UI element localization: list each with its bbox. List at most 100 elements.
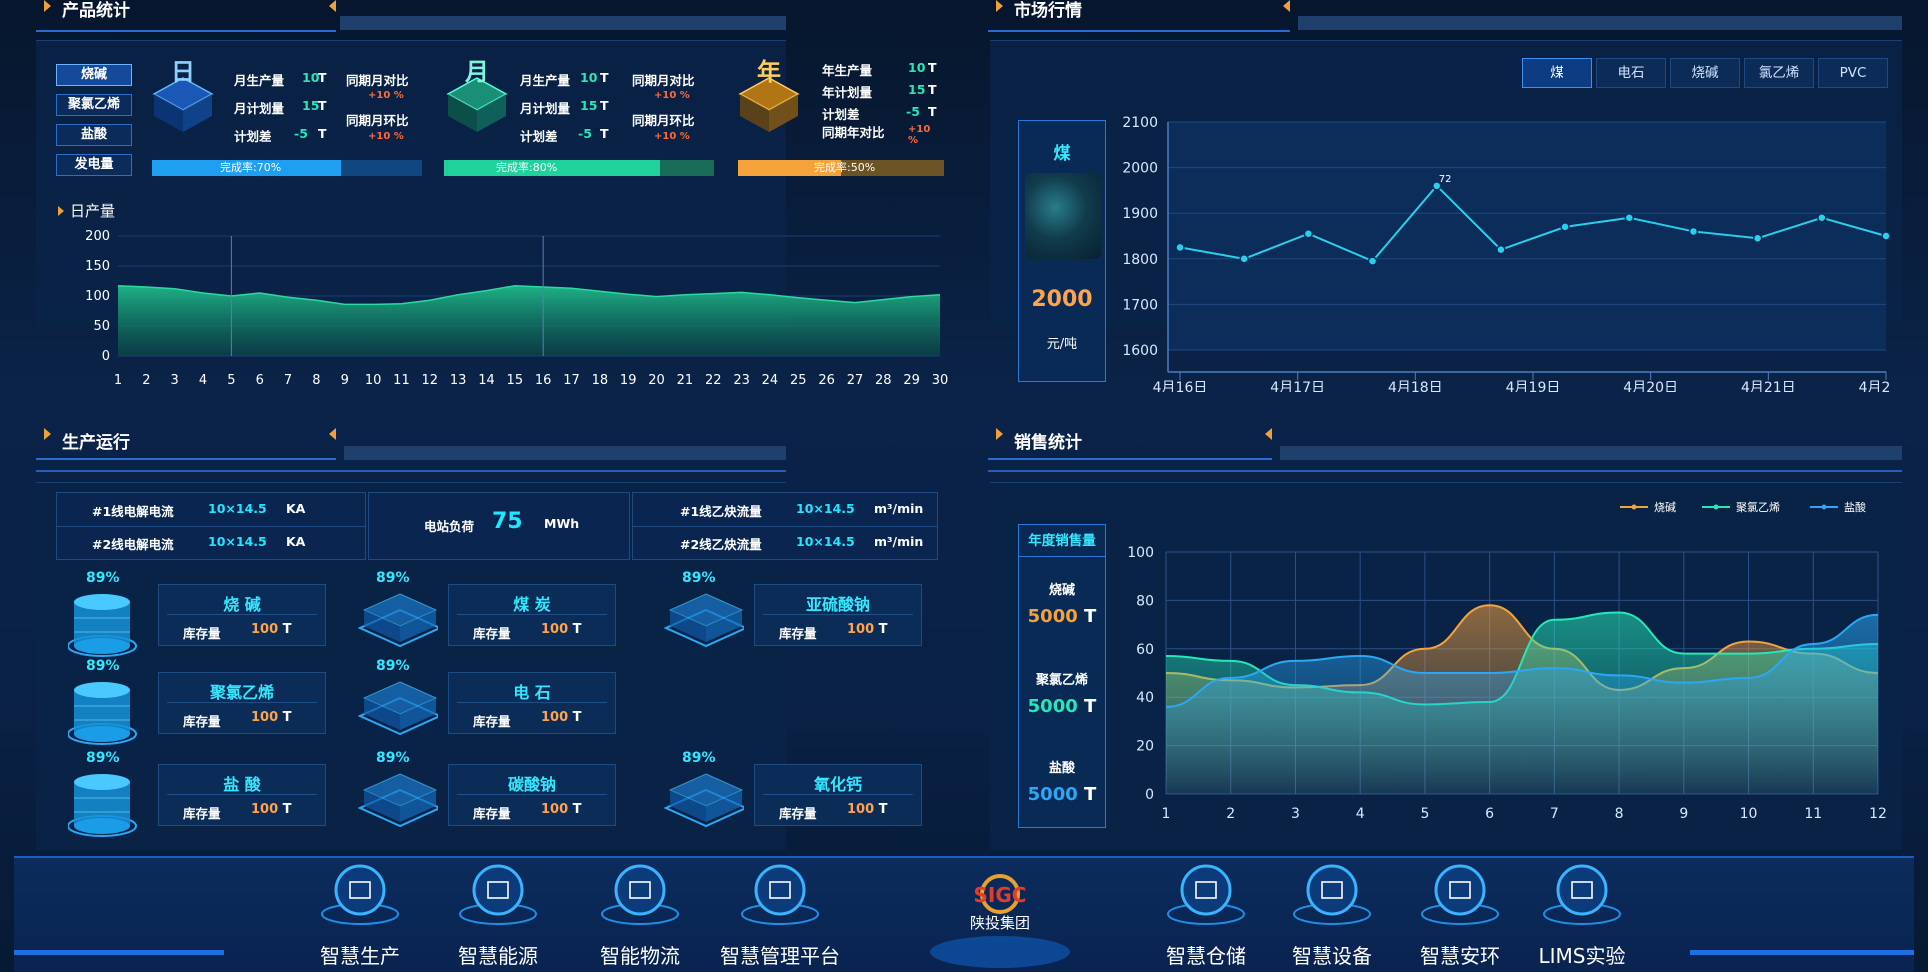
year-stat-4: 同期年对比 +10 % — [822, 124, 931, 146]
month-compare-2-value: +10 % — [654, 131, 690, 142]
nav-item-0[interactable]: 智慧生产 — [320, 862, 400, 970]
card-price: 2000 — [1031, 287, 1093, 312]
stock-card[interactable]: 氧化钙 库存量 100 T — [754, 764, 922, 826]
market-x-tick: 4月20日 — [1623, 380, 1678, 392]
nav-item-1[interactable]: 智慧能源 — [458, 862, 538, 970]
nav-label: 智慧能源 — [458, 944, 538, 968]
nav-label: 智慧管理平台 — [720, 944, 840, 968]
sales-x-tick: 3 — [1291, 806, 1300, 822]
daily-x-tick: 24 — [762, 373, 779, 388]
sales-legend-label: 烧碱 — [1654, 501, 1676, 514]
sales-item-caustic: 烧碱 5000 T — [1027, 583, 1097, 627]
stock-card[interactable]: 电 石库存量 100 T — [448, 672, 616, 734]
market-y-tick: 1800 — [1122, 252, 1158, 268]
daily-x-tick: 3 — [171, 373, 179, 388]
daily-x-tick: 1 — [114, 373, 122, 388]
stock-name: 亚硫酸钠 — [805, 595, 870, 614]
nav-button-icon — [1543, 864, 1621, 925]
daily-x-tick: 28 — [875, 373, 892, 388]
month-compare-1: 同期月对比 — [632, 73, 695, 88]
card-commodity-name: 煤 — [1053, 144, 1071, 164]
stock-card[interactable]: 烧 碱库存量 100 T — [158, 584, 326, 646]
market-y-tick: 1900 — [1122, 206, 1158, 222]
stock-card[interactable]: 亚硫酸钠 库存量 100 T — [754, 584, 922, 646]
storage-box-icon — [358, 773, 438, 828]
market-tab-4[interactable]: PVC — [1818, 58, 1888, 88]
stock-card[interactable]: 盐 酸库存量 100 T — [158, 764, 326, 826]
daily-y-tick: 150 — [85, 259, 110, 274]
stock-fill-percent: 89% — [376, 750, 410, 766]
daily-x-tick: 22 — [705, 373, 722, 388]
section-title: 产品统计 — [62, 1, 130, 21]
stock-card[interactable]: 煤 炭库存量 100 T — [448, 584, 616, 646]
market-x-tick: 4月21日 — [1741, 380, 1796, 392]
market-point-9 — [1752, 233, 1763, 244]
daily-x-tick: 9 — [341, 373, 349, 388]
daily-x-tick: 13 — [450, 373, 467, 388]
daily-x-tick: 16 — [535, 373, 552, 388]
sales-x-tick: 12 — [1869, 806, 1887, 822]
daily-x-tick: 30 — [932, 373, 949, 388]
day-stat-2: 月计划量 15 T — [234, 98, 327, 116]
product-tag-3[interactable]: 发电量 — [56, 154, 132, 176]
tank-icon — [68, 682, 137, 745]
daily-x-tick: 2 — [142, 373, 150, 388]
stock-fill-percent: 89% — [682, 570, 716, 586]
coal-image — [1025, 173, 1101, 259]
market-y-tick: 1700 — [1122, 297, 1158, 313]
year-stat-1: 年生产量 10 T — [822, 60, 937, 78]
stock-label: 库存量 — [183, 806, 221, 821]
operation-header: 生产运行 — [36, 428, 336, 460]
sales-x-tick: 11 — [1804, 806, 1822, 822]
day-badge: 日 — [171, 58, 195, 86]
stock-fill-percent: 89% — [86, 750, 120, 766]
market-point-0 — [1175, 242, 1185, 253]
daily-x-tick: 19 — [620, 373, 637, 388]
storage-box-icon — [358, 681, 438, 736]
market-point-3 — [1367, 256, 1378, 266]
nav-item-1[interactable]: 智慧设备 — [1292, 862, 1372, 970]
product-tag-1[interactable]: 聚氯乙烯 — [56, 94, 132, 116]
market-tab-0[interactable]: 煤 — [1522, 58, 1592, 88]
storage-box-icon — [358, 593, 438, 648]
stock-label: 库存量 — [779, 806, 817, 821]
power-load: 电站负荷 75 MWh — [424, 509, 580, 534]
nav-item-0[interactable]: 智慧仓储 — [1166, 862, 1246, 970]
market-x-tick: 4月17日 — [1270, 380, 1325, 392]
product-tag-2[interactable]: 盐酸 — [56, 124, 132, 146]
market-x-tick: 4月18日 — [1388, 380, 1443, 392]
nav-item-2[interactable]: 智能物流 — [600, 862, 680, 970]
stock-card[interactable]: 碳酸钠 库存量 100 T — [448, 764, 616, 826]
day-stat-1: 月生产量 10 T — [234, 70, 327, 88]
sales-y-tick: 100 — [1127, 545, 1154, 561]
market-point-10 — [1817, 213, 1827, 223]
market-tab-1[interactable]: 电石 — [1596, 58, 1666, 88]
sales-legend-1: 聚氯乙烯 — [1702, 500, 1780, 514]
product-tag-0[interactable]: 烧碱 — [56, 64, 132, 86]
daily-x-tick: 21 — [677, 373, 694, 388]
sales-x-tick: 7 — [1550, 806, 1559, 822]
sales-legend-2: 盐酸 — [1810, 500, 1866, 514]
month-stat-1: 月生产量 10 T — [520, 70, 609, 88]
nav-item-3[interactable]: LIMS实验 — [1539, 862, 1626, 970]
market-tab-2[interactable]: 烧碱 — [1670, 58, 1740, 88]
nav-button-icon — [1167, 864, 1245, 925]
daily-x-tick: 17 — [563, 373, 580, 388]
sales-item-hcl: 盐酸 5000 T — [1027, 761, 1097, 805]
day-compare-1-value: +10 % — [368, 90, 404, 101]
stock-value: 100 T — [541, 802, 582, 817]
sales-x-tick: 5 — [1420, 806, 1429, 822]
electrolysis-line-2: #2线电解电流 10×14.5 KA — [92, 534, 306, 552]
market-plot-bg — [1168, 122, 1886, 350]
stock-label: 库存量 — [779, 626, 817, 641]
stock-card[interactable]: 聚氯乙烯 库存量 100 T — [158, 672, 326, 734]
nav-item-2[interactable]: 智慧安环 — [1420, 862, 1500, 970]
nav-item-3[interactable]: 智慧管理平台 — [720, 862, 840, 970]
market-tab-3[interactable]: 氯乙烯 — [1744, 58, 1814, 88]
stock-fill-percent: 89% — [682, 750, 716, 766]
electrolysis-line-1: #1线电解电流 10×14.5 KA — [92, 501, 306, 519]
daily-x-tick: 26 — [818, 373, 835, 388]
sales-legend-label: 盐酸 — [1844, 500, 1866, 514]
market-point-label: 72 — [1439, 174, 1452, 185]
market-price-card: 煤 2000 元/吨 — [1018, 120, 1106, 382]
